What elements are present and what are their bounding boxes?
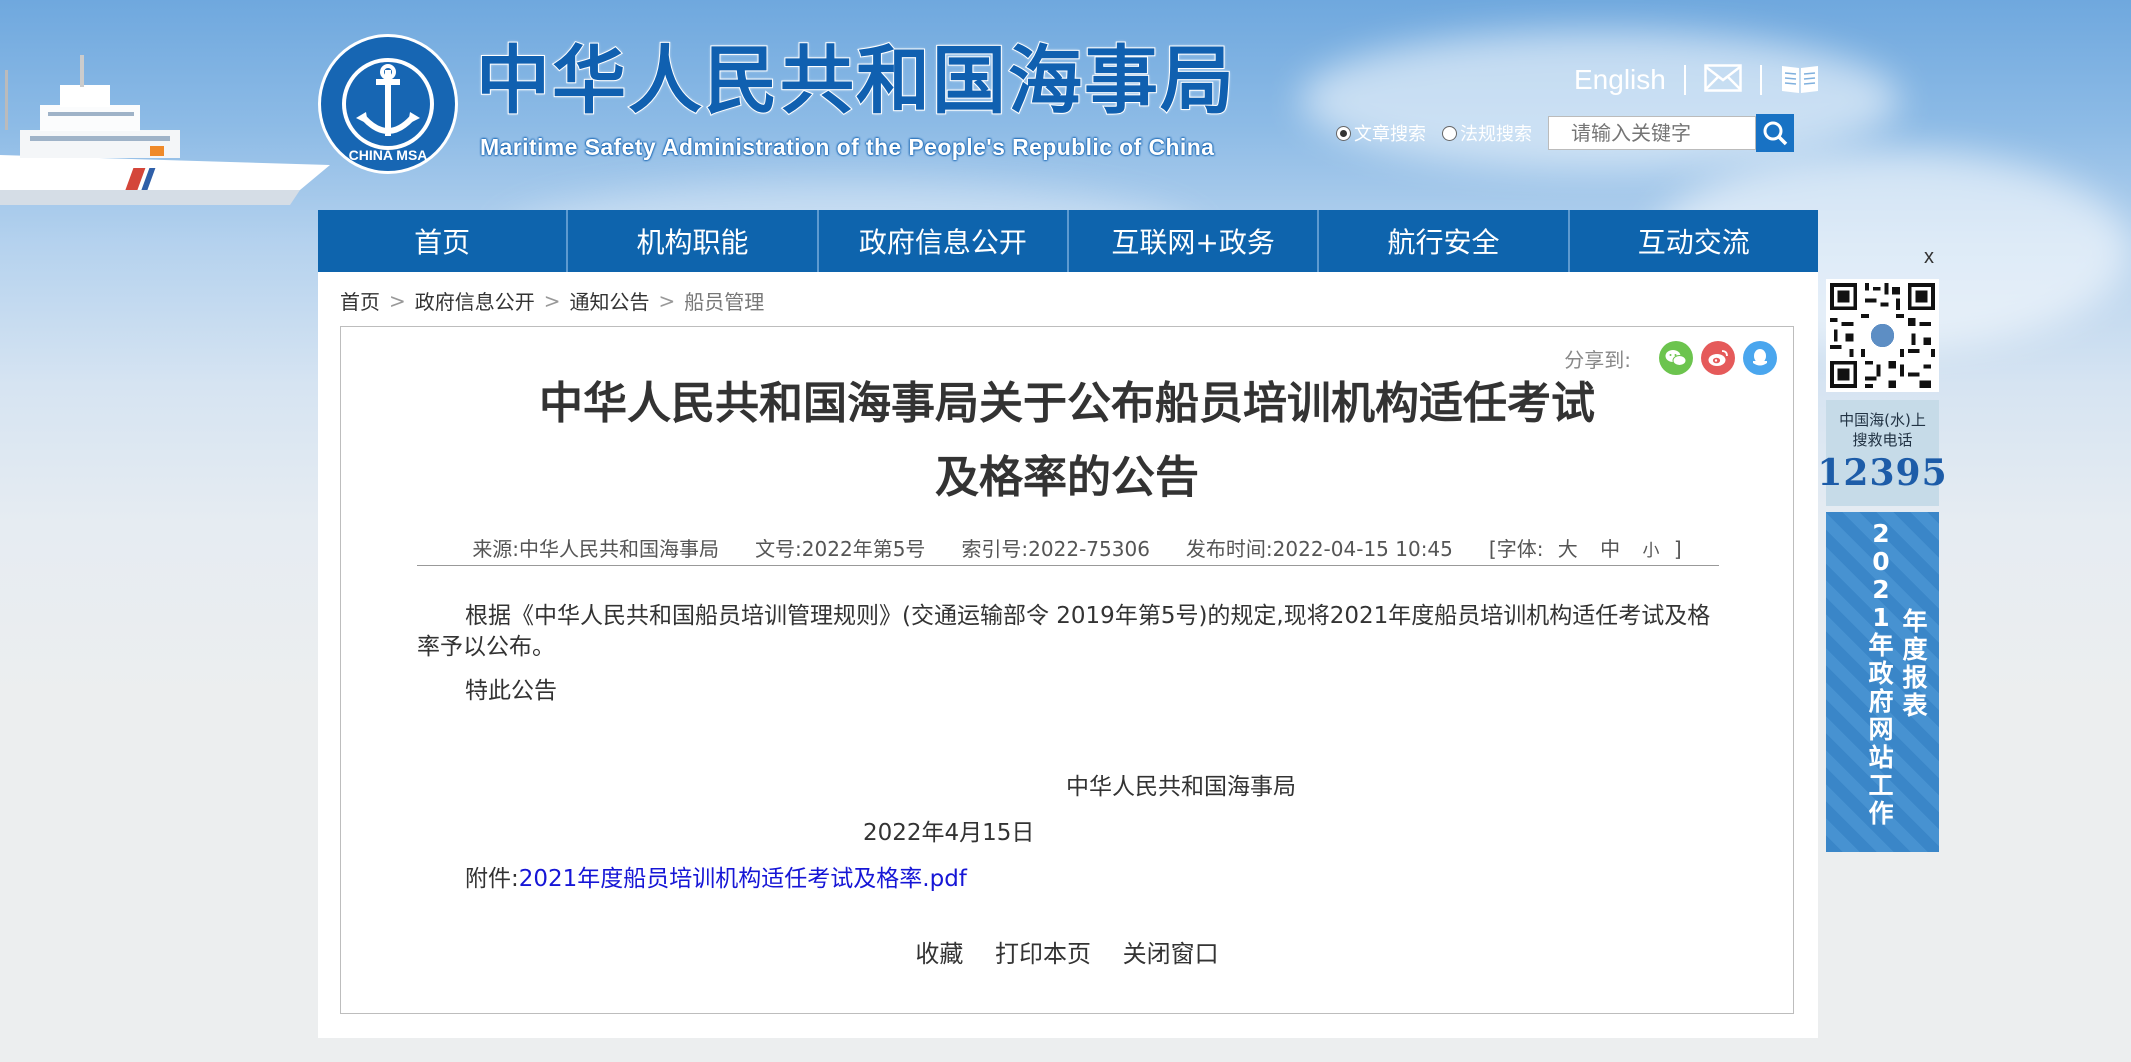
attachment-link[interactable]: 2021年度船员培训机构适任考试及格率.pdf [519, 866, 967, 892]
report-title-char: 0 [1872, 547, 1890, 576]
report-title-char: 作 [1868, 799, 1894, 828]
divider [1683, 65, 1686, 95]
report-title-char: 站 [1868, 743, 1894, 772]
qr-code[interactable] [1826, 279, 1939, 392]
radio-button[interactable] [1336, 125, 1351, 141]
site-title-cn: 中华人民共和国海事局 [475, 38, 1236, 124]
breadcrumb-separator: > [543, 288, 561, 313]
favorite-button[interactable]: 收藏 [915, 940, 963, 968]
paragraph: 特此公告 [465, 678, 557, 704]
radio-label: 法规搜索 [1460, 124, 1532, 145]
paragraph: 根据《中华人民共和国船员培训管理规则》(交通运输部令 2019年第5号)的规定,… [417, 603, 1711, 660]
ship-illustration [0, 55, 330, 205]
annual-report-banner[interactable]: 2021年政府网站工作 年度报表 [1826, 512, 1939, 852]
font-size-control: [字体: 大 中 小 ] [1489, 533, 1682, 562]
breadcrumb-separator: > [658, 288, 676, 313]
nav-interaction[interactable]: 互动交流 [1570, 210, 1818, 272]
breadcrumb-notices[interactable]: 通知公告 [570, 286, 650, 315]
signature-date: 2022年4月15日 [863, 820, 1035, 846]
font-size-label: [字体: [1488, 536, 1544, 561]
hotline-label-line-2: 搜救电话 [1852, 431, 1913, 449]
report-title-char: 网 [1868, 715, 1894, 744]
article: 分享到: 中华人民共和国海事局关于公布船员培训机构适任考试 及格率的公告 来源:… [340, 326, 1794, 1014]
report-title-char: 年 [1902, 607, 1928, 636]
report-title-char: 表 [1902, 691, 1928, 720]
report-title-char: 府 [1868, 687, 1894, 716]
font-size-small[interactable]: 小 [1643, 541, 1660, 561]
hotline-label-line-1: 中国海(水)上 [1839, 411, 1926, 429]
book-icon[interactable] [1780, 62, 1820, 98]
search-button[interactable] [1756, 114, 1794, 152]
report-title-column-2: 年度报表 [1900, 608, 1930, 720]
report-title-column-1: 2021年政府网站工作 [1866, 520, 1896, 828]
attachment: 附件:2021年度船员培训机构适任考试及格率.pdf [465, 859, 967, 893]
radio-article-search[interactable]: 文章搜索 [1336, 120, 1426, 146]
report-title-char: 2 [1872, 575, 1890, 604]
article-title: 中华人民共和国海事局关于公布船员培训机构适任考试 及格率的公告 [341, 367, 1793, 515]
meta-doc-number: 文号:2022年第5号 [755, 536, 926, 561]
search-bar: 文章搜索 法规搜索 [1336, 114, 1794, 152]
font-size-close: ] [1673, 536, 1682, 561]
article-actions: 收藏 打印本页 关闭窗口 [341, 934, 1793, 969]
print-button[interactable]: 打印本页 [995, 940, 1091, 968]
report-title-char: 报 [1902, 663, 1928, 692]
search-icon [1763, 121, 1788, 146]
top-links: English [1574, 60, 1820, 100]
close-window-button[interactable]: 关闭窗口 [1123, 940, 1219, 968]
report-title-char: 年 [1868, 631, 1894, 660]
article-body: 根据《中华人民共和国船员培训管理规则》(交通运输部令 2019年第5号)的规定,… [417, 601, 1719, 707]
attachment-label: 附件: [465, 866, 519, 892]
report-title-char: 2 [1872, 519, 1890, 548]
article-meta: 来源:中华人民共和国海事局 文号:2022年第5号 索引号:2022-75306… [417, 529, 1719, 566]
report-title-char: 1 [1872, 603, 1890, 632]
radio-button[interactable] [1442, 125, 1457, 141]
meta-source: 来源:中华人民共和国海事局 [472, 536, 720, 561]
site-title-en: Maritime Safety Administration of the Pe… [480, 134, 1215, 160]
nav-home[interactable]: 首页 [318, 210, 569, 272]
article-title-line-2: 及格率的公告 [935, 452, 1199, 503]
divider [1759, 65, 1762, 95]
report-title-char: 度 [1902, 635, 1928, 664]
rescue-hotline-banner[interactable]: 中国海(水)上 搜救电话 12395 [1817, 400, 1947, 506]
meta-publish-time: 发布时间:2022-04-15 10:45 [1185, 536, 1453, 561]
nav-internet-services[interactable]: 互联网+政务 [1069, 210, 1320, 272]
nav-functions[interactable]: 机构职能 [568, 210, 819, 272]
search-input[interactable] [1548, 116, 1756, 150]
breadcrumb: 首页 > 政府信息公开 > 通知公告 > 船员管理 [340, 286, 764, 315]
sidebar-close-button[interactable]: x [1924, 246, 1934, 269]
article-title-line-1: 中华人民共和国海事局关于公布船员培训机构适任考试 [539, 378, 1595, 429]
svg-text:CHINA MSA: CHINA MSA [349, 147, 428, 163]
radio-label: 文章搜索 [1354, 124, 1426, 145]
font-size-large[interactable]: 大 [1558, 537, 1578, 561]
china-msa-logo: CHINA MSA [318, 34, 458, 174]
main-nav: 首页 机构职能 政府信息公开 互联网+政务 航行安全 互动交流 [318, 210, 1818, 272]
radio-regulation-search[interactable]: 法规搜索 [1442, 120, 1532, 146]
hotline-number: 12395 [1817, 452, 1948, 494]
breadcrumb-separator: > [389, 288, 406, 313]
breadcrumb-home[interactable]: 首页 [340, 286, 380, 315]
report-title-char: 工 [1868, 771, 1894, 800]
content-panel: 首页 > 政府信息公开 > 通知公告 > 船员管理 分享到: 中华人民共和国海事… [318, 272, 1818, 1038]
signature-org: 中华人民共和国海事局 [1066, 774, 1296, 800]
nav-navigation-safety[interactable]: 航行安全 [1319, 210, 1570, 272]
mail-icon[interactable] [1704, 64, 1742, 96]
english-link[interactable]: English [1574, 64, 1666, 96]
report-title-char: 政 [1868, 659, 1894, 688]
nav-gov-info[interactable]: 政府信息公开 [819, 210, 1069, 272]
font-size-medium[interactable]: 中 [1600, 537, 1620, 561]
breadcrumb-gov-info[interactable]: 政府信息公开 [415, 286, 535, 315]
hotline-label: 中国海(水)上 搜救电话 [1839, 410, 1926, 450]
meta-index-number: 索引号:2022-75306 [961, 536, 1150, 561]
breadcrumb-current[interactable]: 船员管理 [684, 286, 764, 315]
